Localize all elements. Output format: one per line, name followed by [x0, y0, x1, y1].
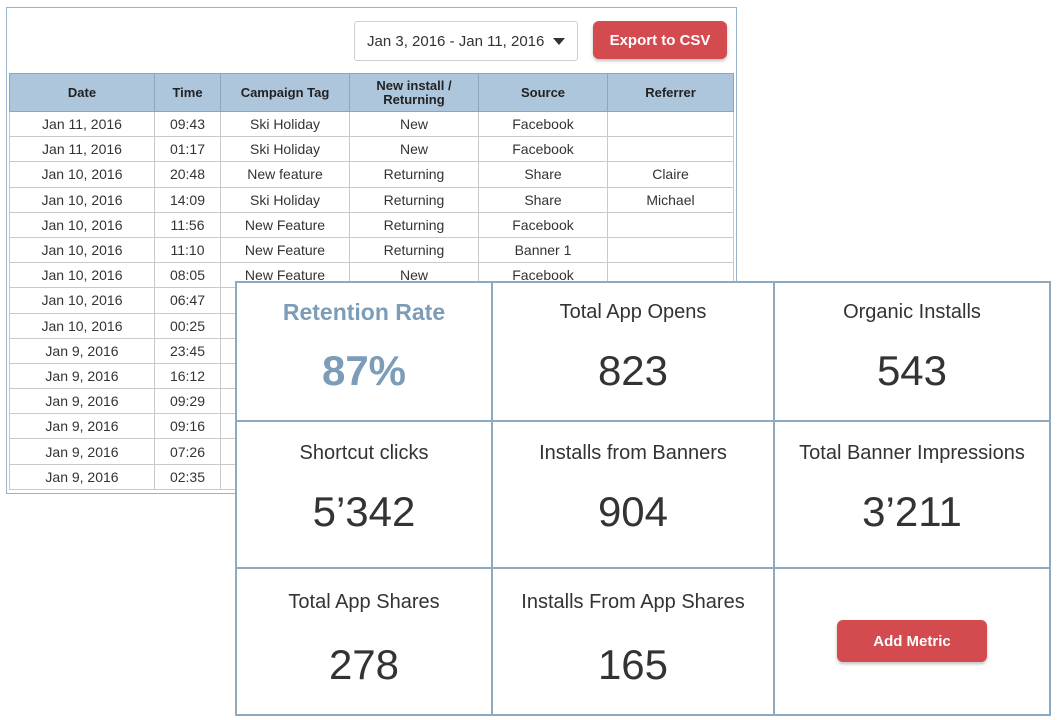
cell-campaign-tag: New Feature [220, 211, 350, 238]
cell-date: Jan 9, 2016 [9, 413, 155, 440]
metric-value: 165 [597, 641, 669, 688]
column-header-date[interactable]: Date [9, 73, 155, 112]
cell-date: Jan 10, 2016 [9, 236, 155, 264]
metric-value: 5’342 [312, 488, 416, 535]
table-row[interactable]: Jan 10, 2016 20:48 New feature Returning Sha… [9, 161, 734, 188]
metric-card-installs-from-banners[interactable]: Installs from Banners 904 [493, 422, 775, 569]
column-header-campaign-tag[interactable]: Campaign Tag [220, 73, 350, 112]
metric-label: Organic Installs [843, 301, 981, 323]
cell-campaign-tag: Ski Holiday [220, 110, 350, 138]
cell-campaign-tag: Ski Holiday [220, 136, 350, 163]
cell-referrer: Michael [607, 186, 734, 213]
cell-date: Jan 9, 2016 [9, 388, 155, 415]
table-row[interactable]: Jan 11, 2016 01:17 Ski Holiday New Facebook [9, 136, 734, 163]
metric-value: 904 [597, 488, 669, 535]
column-header-install-type[interactable]: New install / Returning [349, 73, 479, 112]
cell-referrer [607, 236, 734, 264]
cell-date: Jan 9, 2016 [9, 337, 155, 364]
cell-time: 07:26 [154, 438, 221, 465]
cell-time: 11:56 [154, 211, 221, 238]
cell-source: Facebook [478, 211, 608, 238]
metric-card-shortcut-clicks[interactable]: Shortcut clicks 5’342 [237, 422, 493, 569]
cell-time: 11:10 [154, 236, 221, 264]
date-range-value: Jan 3, 2016 - Jan 11, 2016 [367, 32, 545, 50]
table-row[interactable]: Jan 10, 2016 11:56 New Feature Returning Fac… [9, 211, 734, 238]
date-range-dropdown[interactable]: Jan 3, 2016 - Jan 11, 2016 [354, 21, 578, 61]
cell-time: 06:47 [154, 287, 221, 314]
cell-time: 02:35 [154, 463, 221, 490]
cell-install-type: Returning [349, 161, 479, 188]
metric-label: Installs From App Shares [521, 591, 745, 613]
cell-date: Jan 10, 2016 [9, 287, 155, 314]
cell-time: 09:43 [154, 110, 221, 138]
cell-time: 16:12 [154, 362, 221, 390]
metric-label: Total Banner Impressions [799, 442, 1025, 464]
cell-date: Jan 10, 2016 [9, 312, 155, 339]
cell-campaign-tag: New feature [220, 161, 350, 188]
metric-card-organic-installs[interactable]: Organic Installs 543 [775, 283, 1049, 422]
table-row[interactable]: Jan 11, 2016 09:43 Ski Holiday New Facebook [9, 110, 734, 138]
metric-value: 3’211 [862, 488, 962, 535]
metric-value: 278 [328, 641, 400, 688]
metric-value: 823 [597, 347, 669, 394]
cell-source: Facebook [478, 136, 608, 163]
cell-install-type: New [349, 136, 479, 163]
cell-date: Jan 9, 2016 [9, 438, 155, 465]
cell-time: 14:09 [154, 186, 221, 213]
metrics-grid: Retention Rate 87% Total App Opens 823 O… [235, 281, 1051, 716]
cell-source: Share [478, 186, 608, 213]
cell-install-type: Returning [349, 186, 479, 213]
metric-card-total-app-opens[interactable]: Total App Opens 823 [493, 283, 775, 422]
cell-time: 08:05 [154, 262, 221, 289]
metric-label: Total App Shares [288, 591, 440, 613]
metric-label: Retention Rate [282, 299, 446, 325]
cell-time: 00:25 [154, 312, 221, 339]
cell-install-type: Returning [349, 211, 479, 238]
cell-source: Share [478, 161, 608, 188]
cell-referrer [607, 136, 734, 163]
chevron-down-icon [553, 38, 565, 45]
cell-referrer [607, 211, 734, 238]
add-metric-cell: Add Metric [775, 569, 1049, 714]
metric-label: Installs from Banners [539, 442, 727, 464]
cell-date: Jan 10, 2016 [9, 186, 155, 213]
table-row[interactable]: Jan 10, 2016 11:10 New Feature Returning Ban… [9, 236, 734, 264]
cell-date: Jan 11, 2016 [9, 110, 155, 138]
column-header-source[interactable]: Source [478, 73, 608, 112]
cell-time: 01:17 [154, 136, 221, 163]
table-header-row: Date Time Campaign Tag New install / Ret… [9, 73, 734, 112]
cell-campaign-tag: Ski Holiday [220, 186, 350, 213]
cell-install-type: New [349, 110, 479, 138]
cell-source: Facebook [478, 110, 608, 138]
cell-referrer: Claire [607, 161, 734, 188]
metric-card-retention-rate[interactable]: Retention Rate 87% [237, 283, 493, 422]
metric-card-total-app-shares[interactable]: Total App Shares 278 [237, 569, 493, 714]
metric-value: 87% [321, 347, 407, 394]
cell-source: Banner 1 [478, 236, 608, 264]
cell-time: 09:16 [154, 413, 221, 440]
cell-date: Jan 10, 2016 [9, 262, 155, 289]
column-header-time[interactable]: Time [154, 73, 221, 112]
export-csv-button[interactable]: Export to CSV [593, 21, 727, 59]
cell-referrer [607, 110, 734, 138]
column-header-referrer[interactable]: Referrer [607, 73, 734, 112]
cell-date: Jan 10, 2016 [9, 211, 155, 238]
metric-value: 543 [876, 347, 948, 394]
cell-date: Jan 9, 2016 [9, 362, 155, 390]
cell-time: 09:29 [154, 388, 221, 415]
cell-campaign-tag: New Feature [220, 236, 350, 264]
cell-install-type: Returning [349, 236, 479, 264]
cell-time: 20:48 [154, 161, 221, 188]
table-row[interactable]: Jan 10, 2016 14:09 Ski Holiday Returning Sha… [9, 186, 734, 213]
metric-card-total-banner-impressions[interactable]: Total Banner Impressions 3’211 [775, 422, 1049, 569]
metric-card-installs-from-app-shares[interactable]: Installs From App Shares 165 [493, 569, 775, 714]
metric-label: Total App Opens [559, 301, 707, 323]
cell-date: Jan 11, 2016 [9, 136, 155, 163]
cell-date: Jan 9, 2016 [9, 463, 155, 490]
metric-label: Shortcut clicks [299, 442, 429, 464]
cell-time: 23:45 [154, 337, 221, 364]
add-metric-button[interactable]: Add Metric [837, 620, 987, 662]
cell-date: Jan 10, 2016 [9, 161, 155, 188]
